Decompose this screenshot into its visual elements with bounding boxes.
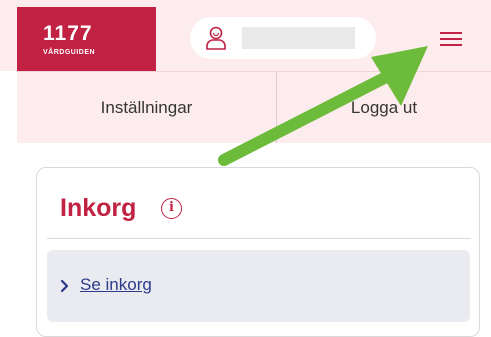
info-icon[interactable]: i xyxy=(161,198,182,219)
top-header: 1177 VÅRDGUIDEN xyxy=(0,0,491,71)
hamburger-menu-icon[interactable] xyxy=(438,27,466,51)
logo-subtitle: VÅRDGUIDEN xyxy=(43,49,96,56)
logout-link[interactable]: Logga ut xyxy=(277,72,491,143)
logo-1177-vardguiden[interactable]: 1177 VÅRDGUIDEN xyxy=(17,7,156,71)
chevron-right-icon xyxy=(60,279,69,293)
inbox-title: Inkorg xyxy=(60,194,137,222)
settings-link[interactable]: Inställningar xyxy=(17,72,276,143)
card-divider xyxy=(47,238,471,239)
user-avatar-icon xyxy=(206,26,226,50)
user-submenu: Inställningar Logga ut xyxy=(17,71,491,143)
profile-pill[interactable] xyxy=(190,17,376,59)
logo-number: 1177 xyxy=(43,22,93,45)
inbox-link-box[interactable]: Se inkorg xyxy=(47,250,470,322)
username-redacted xyxy=(242,27,355,49)
inbox-card: Inkorg i Se inkorg xyxy=(36,167,480,337)
see-inbox-link[interactable]: Se inkorg xyxy=(80,275,152,295)
